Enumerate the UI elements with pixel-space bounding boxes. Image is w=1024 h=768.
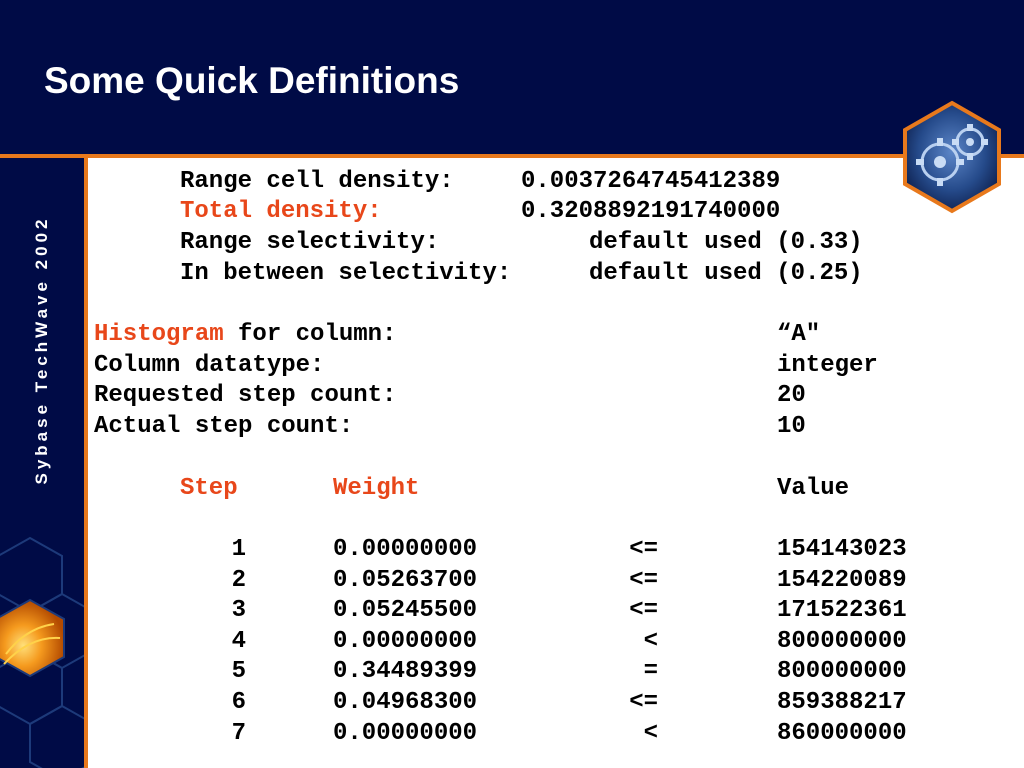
requested-step-label: Requested step count: <box>94 382 397 409</box>
row-value: 800000000 <box>777 658 907 685</box>
row-weight: 0.05245500 <box>333 597 478 624</box>
datatype-label: Column datatype: <box>94 352 325 379</box>
range-cell-density-label: Range cell density: <box>180 168 454 195</box>
row-step: 4 <box>231 628 246 655</box>
row-weight: 0.05263700 <box>333 567 478 594</box>
row-operator: <= <box>629 689 658 716</box>
row-value: 860000000 <box>777 720 907 747</box>
total-density-label: Total density: <box>180 198 382 225</box>
row-value: 800000000 <box>777 628 907 655</box>
row-step: 2 <box>231 567 246 594</box>
row-value: 154143023 <box>777 536 907 563</box>
row-step: 1 <box>231 536 246 563</box>
row-step: 5 <box>231 658 246 685</box>
row-weight: 0.04968300 <box>333 689 478 716</box>
in-between-selectivity-value: default used (0.25) <box>589 260 863 287</box>
row-operator: = <box>643 658 658 685</box>
range-selectivity-value: default used (0.33) <box>589 229 863 256</box>
histogram-keyword: Histogram <box>94 321 224 348</box>
row-value: 171522361 <box>777 597 907 624</box>
in-between-selectivity-label: In between selectivity: <box>180 260 512 287</box>
row-step: 7 <box>231 720 246 747</box>
row-weight: 0.34489399 <box>333 658 478 685</box>
requested-step-value: 20 <box>777 382 806 409</box>
row-operator: <= <box>629 536 658 563</box>
content: Range cell density: 0.0037264745412389 T… <box>0 0 1024 768</box>
row-value: 859388217 <box>777 689 907 716</box>
row-operator: <= <box>629 597 658 624</box>
row-operator: < <box>643 720 658 747</box>
row-step: 3 <box>231 597 246 624</box>
range-selectivity-label: Range selectivity: <box>180 229 440 256</box>
row-step: 6 <box>231 689 246 716</box>
histogram-label-rest: for column: <box>223 321 397 348</box>
step-header: Step <box>180 475 238 502</box>
row-operator: <= <box>629 567 658 594</box>
row-weight: 0.00000000 <box>333 628 478 655</box>
actual-step-label: Actual step count: <box>94 413 354 440</box>
row-operator: < <box>643 628 658 655</box>
datatype-value: integer <box>777 352 878 379</box>
value-header: Value <box>777 475 850 502</box>
range-cell-density-value: 0.0037264745412389 <box>521 168 781 195</box>
actual-step-value: 10 <box>777 413 806 440</box>
row-weight: 0.00000000 <box>333 720 478 747</box>
weight-header: Weight <box>333 475 420 502</box>
histogram-column-label: Histogram for column: <box>94 320 396 350</box>
histogram-column-value: “A" <box>777 321 821 348</box>
row-weight: 0.00000000 <box>333 536 478 563</box>
total-density-value: 0.3208892191740000 <box>521 198 781 225</box>
row-value: 154220089 <box>777 567 907 594</box>
